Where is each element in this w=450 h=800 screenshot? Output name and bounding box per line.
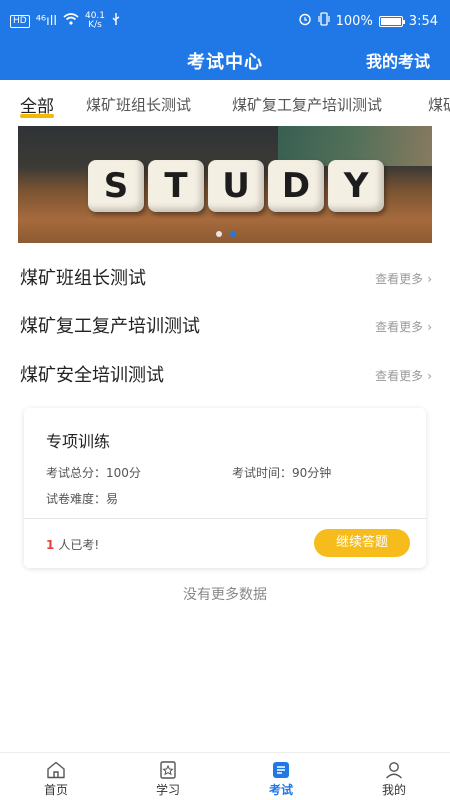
chevron-right-icon: ›	[427, 320, 432, 334]
carousel-indicator	[216, 231, 236, 237]
banner-letter-die: U	[208, 160, 264, 212]
view-more-link[interactable]: 查看更多 ›	[375, 270, 432, 287]
nav-study[interactable]: 学习	[112, 753, 224, 800]
banner-letter-die: T	[148, 160, 204, 212]
chevron-right-icon: ›	[427, 369, 432, 383]
exam-difficulty: 试卷难度：易	[46, 492, 119, 506]
section-title: 煤矿班组长测试	[20, 268, 146, 289]
wifi-icon	[63, 13, 79, 29]
top-bar: HD ⁴⁶ıll 40.1 K/s 100% 3:54 考试中心 我的考试	[0, 0, 450, 80]
section-safety-training: 煤矿安全培训测试 查看更多 ›	[0, 355, 450, 395]
home-icon	[46, 761, 66, 779]
view-more-link[interactable]: 查看更多 ›	[375, 318, 432, 335]
exam-taker-count: 1 人已考!	[46, 538, 100, 552]
bottom-nav: 首页 学习 考试 我的	[0, 752, 450, 800]
banner-letter-die: Y	[328, 160, 384, 212]
clock: 3:54	[408, 13, 438, 29]
usb-icon	[111, 12, 121, 30]
section-team-leader: 煤矿班组长测试 查看更多 ›	[0, 258, 450, 298]
tab-resume-production[interactable]: 煤矿复工复产培训测试	[232, 94, 382, 115]
alarm-icon	[298, 12, 312, 30]
exam-duration: 考试时间：90分钟	[232, 466, 332, 480]
card-divider	[24, 518, 426, 519]
section-title: 煤矿复工复产培训测试	[20, 316, 200, 337]
tab-more[interactable]: 煤矿	[428, 94, 450, 115]
nav-label: 我的	[381, 783, 406, 797]
continue-answering-button[interactable]: 继续答题	[314, 529, 410, 557]
chevron-right-icon: ›	[427, 272, 432, 286]
view-more-link[interactable]: 查看更多 ›	[375, 367, 432, 384]
signal-icon: ⁴⁶ıll	[35, 13, 57, 29]
nav-exam[interactable]: 考试	[225, 753, 337, 800]
tab-team-leader[interactable]: 煤矿班组长测试	[86, 94, 191, 115]
exam-card[interactable]: 专项训练 考试总分：100分 考试时间：90分钟 试卷难度：易 1 人已考! 继续…	[24, 408, 426, 568]
status-bar: HD ⁴⁶ıll 40.1 K/s 100% 3:54	[0, 0, 450, 40]
section-resume-production: 煤矿复工复产培训测试 查看更多 ›	[0, 306, 450, 346]
banner-letter-die: S	[88, 160, 144, 212]
nav-home[interactable]: 首页	[0, 753, 112, 800]
tab-active-indicator	[20, 114, 54, 118]
exam-title: 专项训练	[46, 432, 111, 451]
category-tabs: 全部 煤矿班组长测试 煤矿复工复产培训测试 煤矿	[0, 80, 450, 126]
vibrate-icon	[318, 12, 330, 30]
user-icon	[384, 761, 404, 779]
banner-letter-die: D	[268, 160, 324, 212]
nav-label: 考试	[268, 783, 293, 797]
hd-badge: HD	[10, 14, 30, 28]
battery-percent: 100%	[335, 13, 373, 29]
exam-icon	[271, 761, 291, 779]
no-more-data-text: 没有更多数据	[183, 587, 267, 603]
my-exams-button[interactable]: 我的考试	[366, 48, 430, 72]
nav-label: 首页	[43, 783, 68, 797]
network-speed: 40.1 K/s	[84, 11, 106, 30]
study-icon	[158, 761, 178, 779]
banner-carousel[interactable]: S T U D Y	[18, 126, 432, 243]
carousel-dot[interactable]	[216, 231, 222, 237]
section-title: 煤矿安全培训测试	[20, 365, 164, 386]
nav-mine[interactable]: 我的	[338, 753, 450, 800]
carousel-dot-active[interactable]	[230, 231, 236, 237]
battery-icon	[378, 15, 405, 27]
exam-total-score: 考试总分：100分	[46, 466, 141, 480]
nav-label: 学习	[155, 783, 180, 797]
